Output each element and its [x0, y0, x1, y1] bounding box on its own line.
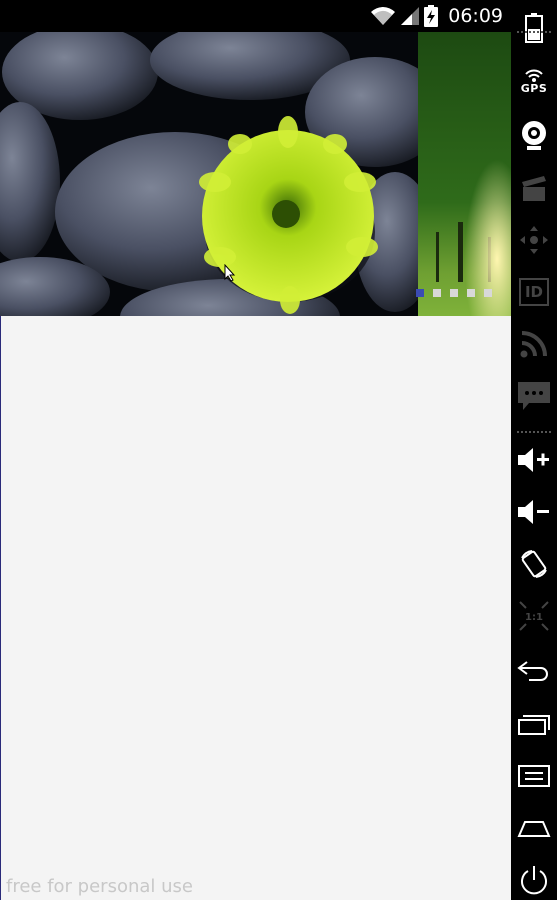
recent-apps-icon [518, 715, 550, 735]
back-icon [517, 661, 548, 681]
gps-label: GPS [520, 81, 548, 95]
status-time: 06:09 [448, 5, 503, 27]
sms-button[interactable] [511, 378, 557, 414]
id-label: ID [524, 283, 544, 301]
carousel-indicators [416, 289, 492, 297]
id-icon: ID [519, 278, 549, 306]
home-button[interactable] [511, 810, 557, 846]
gps-button[interactable]: GPS [511, 64, 557, 98]
status-bar: 06:09 [0, 0, 511, 32]
panel-separator [517, 31, 551, 33]
battery-charging-icon [424, 5, 439, 27]
battery-icon [525, 13, 543, 43]
indicator-dot[interactable] [450, 289, 458, 297]
recent-apps-button[interactable] [511, 706, 557, 742]
indicator-dot[interactable] [484, 289, 492, 297]
status-icons: 06:09 [370, 5, 503, 27]
battery-button[interactable] [511, 10, 557, 46]
rotate-icon [521, 550, 547, 578]
dpad-button[interactable] [511, 222, 557, 258]
camera-button[interactable] [511, 118, 557, 154]
scale-icon: 1:1 [519, 601, 549, 631]
scale-button[interactable]: 1:1 [511, 598, 557, 634]
volume-up-icon [518, 448, 549, 472]
scale-label: 1:1 [525, 612, 543, 623]
rss-icon [520, 331, 547, 358]
rss-button[interactable] [511, 326, 557, 362]
power-icon [521, 866, 547, 895]
mouse-cursor-icon [224, 264, 236, 282]
wifi-icon [371, 7, 396, 25]
indicator-dot-active[interactable] [416, 289, 424, 297]
watermark-text: free for personal use [6, 876, 193, 897]
menu-button[interactable] [511, 758, 557, 794]
volume-up-button[interactable] [511, 442, 557, 478]
volume-down-icon [518, 500, 549, 524]
rotate-button[interactable] [511, 546, 557, 582]
home-icon [517, 821, 551, 837]
media-clapper-icon [522, 176, 546, 201]
device-screen: 06:09 free for personal use [0, 0, 511, 900]
volume-down-button[interactable] [511, 494, 557, 530]
indicator-dot[interactable] [467, 289, 475, 297]
banner-slide-flower[interactable] [0, 32, 418, 316]
image-banner[interactable] [0, 32, 511, 316]
id-button[interactable]: ID [511, 274, 557, 310]
back-button[interactable] [511, 652, 557, 688]
flower-on-stones-image [0, 32, 418, 316]
gps-icon [525, 69, 543, 82]
media-button[interactable] [511, 170, 557, 206]
emulator-control-panel: GPS ID 1:1 [511, 0, 557, 900]
banner-slide-forest[interactable] [418, 32, 511, 316]
camera-icon [522, 121, 546, 150]
indicator-dot[interactable] [433, 289, 441, 297]
panel-separator [517, 431, 551, 433]
power-button[interactable] [511, 862, 557, 898]
content-edge [0, 316, 1, 900]
dpad-icon [520, 226, 548, 254]
forest-sunlight-image [418, 32, 511, 316]
signal-icon [401, 7, 420, 25]
menu-icon [518, 765, 550, 787]
sms-icon [518, 382, 550, 410]
